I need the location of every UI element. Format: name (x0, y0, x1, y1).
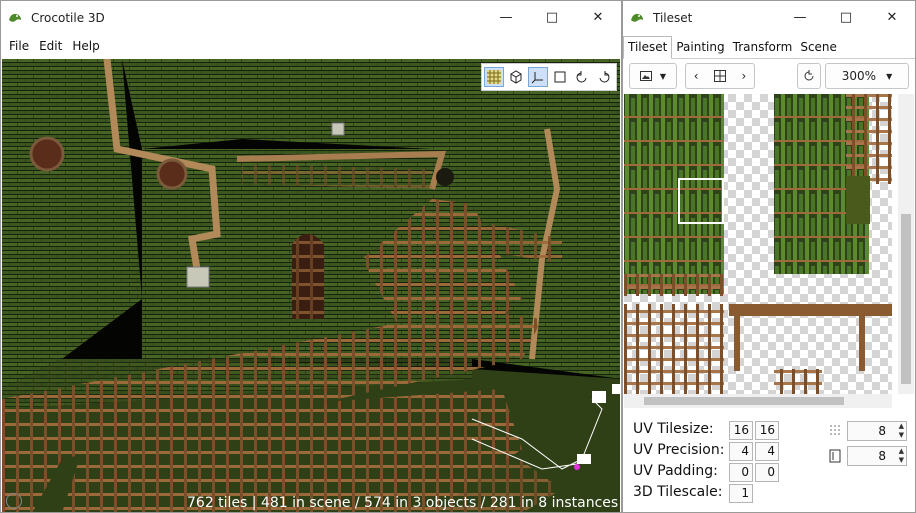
tilescale-label: 3D Tilescale: (633, 484, 723, 500)
rotate-right-button[interactable] (594, 67, 614, 87)
grid-toggle-button[interactable] (484, 67, 504, 87)
tileset-titlebar[interactable]: Tileset — □ ✕ (623, 1, 915, 34)
scrollbar-thumb[interactable] (901, 214, 911, 384)
spinner-arrows-icon[interactable]: ▲ ▼ (899, 422, 904, 440)
grid-width-spinner[interactable]: 8 ▲ ▼ (847, 421, 907, 441)
grid-width-value: 8 (878, 424, 886, 438)
rotate-left-button[interactable] (572, 67, 592, 87)
chevron-left-icon[interactable]: ‹ (694, 69, 699, 83)
spinner-arrows-icon[interactable]: ▲ ▼ (899, 447, 904, 465)
3d-viewport[interactable]: 762 tiles | 481 in scene / 574 in 3 obje… (2, 59, 620, 512)
cube-icon (510, 70, 522, 84)
scrollbar-thumb[interactable] (644, 397, 844, 405)
tileset-tabs: Tileset Painting Transform Scene (623, 34, 915, 59)
main-titlebar[interactable]: Crocotile 3D — □ ✕ (1, 1, 621, 34)
viewport-toolbar (481, 63, 617, 91)
camera-pad-icon[interactable] (6, 493, 22, 509)
refresh-icon (804, 70, 814, 81)
status-text: 762 tiles | 481 in scene / 574 in 3 obje… (187, 495, 619, 511)
tileset-nav-group: ‹ › (685, 63, 755, 89)
move-tool-button[interactable] (528, 67, 548, 87)
refresh-button[interactable] (797, 63, 821, 89)
tab-scene[interactable]: Scene (796, 37, 841, 58)
uv-tilesize-label: UV Tilesize: (633, 421, 714, 437)
tileset-image-dropdown[interactable]: ▼ (629, 63, 677, 89)
close-button[interactable]: ✕ (575, 1, 621, 34)
grid-height-value: 8 (878, 449, 886, 463)
zoom-dropdown[interactable]: 300% ▼ (825, 63, 909, 89)
menu-edit[interactable]: Edit (39, 39, 62, 53)
chevron-down-icon: ▼ (886, 71, 893, 81)
close-button[interactable]: ✕ (869, 1, 915, 34)
maximize-button[interactable]: □ (823, 1, 869, 34)
tileset-canvas[interactable] (624, 94, 892, 394)
tab-tileset[interactable]: Tileset (623, 36, 673, 59)
uv-padding-x-input[interactable]: 0 (729, 463, 753, 482)
rotate-right-icon (599, 71, 610, 83)
tile-height-icon (829, 449, 841, 463)
minimize-button[interactable]: — (483, 1, 529, 34)
menu-help[interactable]: Help (72, 39, 99, 53)
select-box-button[interactable] (550, 67, 570, 87)
cube-view-button[interactable] (506, 67, 526, 87)
rotate-left-icon (576, 71, 587, 83)
main-window: Crocotile 3D — □ ✕ File Edit Help 762 ti… (0, 0, 622, 513)
tileset-window-title: Tileset (653, 10, 693, 25)
tab-transform[interactable]: Transform (729, 37, 797, 58)
menu-bar: File Edit Help (1, 34, 621, 58)
uv-padding-y-input[interactable]: 0 (755, 463, 779, 482)
minimize-button[interactable]: — (777, 1, 823, 34)
tileset-image (624, 94, 892, 394)
maximize-button[interactable]: □ (529, 1, 575, 34)
tiles-layout-icon[interactable] (713, 70, 726, 82)
tileset-horizontal-scrollbar[interactable] (624, 394, 892, 408)
grid-icon (487, 70, 501, 84)
tileset-vertical-scrollbar[interactable] (898, 94, 914, 394)
chevron-right-icon[interactable]: › (741, 69, 746, 83)
image-icon (639, 71, 652, 81)
crocotile-logo-icon (631, 13, 643, 22)
zoom-value: 300% (841, 69, 877, 83)
window-title: Crocotile 3D (31, 10, 105, 25)
move-axis-icon (531, 72, 543, 84)
square-icon (554, 71, 566, 83)
uv-tilesize-y-input[interactable]: 16 (755, 421, 779, 440)
menu-file[interactable]: File (9, 39, 29, 53)
uv-precision-y-input[interactable]: 4 (755, 442, 779, 461)
tileset-window: Tileset — □ ✕ Tileset Painting Transform… (622, 0, 916, 513)
uv-precision-label: UV Precision: (633, 442, 725, 458)
tilescale-input[interactable]: 1 (729, 484, 753, 503)
chevron-down-icon: ▼ (659, 71, 667, 81)
tab-painting[interactable]: Painting (672, 37, 728, 58)
uv-precision-x-input[interactable]: 4 (729, 442, 753, 461)
uv-padding-label: UV Padding: (633, 463, 718, 479)
crocotile-logo-icon (9, 13, 21, 22)
grid-dots-icon (830, 425, 840, 435)
scene-render (2, 59, 620, 512)
uv-tilesize-x-input[interactable]: 16 (729, 421, 753, 440)
grid-height-spinner[interactable]: 8 ▲ ▼ (847, 446, 907, 466)
